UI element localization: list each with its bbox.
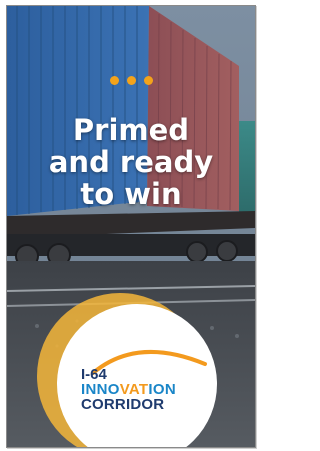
corridor-logo: I-64 INNOVATION CORRIDOR — [81, 367, 221, 412]
headline-line-3: to win — [80, 177, 182, 211]
logo-line-1: I-64 — [81, 366, 107, 383]
logo-line-2: INNOVATION — [81, 382, 221, 397]
headline-line-1: Primed — [72, 113, 190, 147]
promo-card: Primed and ready to win I-64 INNOVATION … — [6, 5, 256, 448]
logo-line-3: CORRIDOR — [81, 396, 165, 413]
headline-line-2: and ready — [48, 145, 214, 179]
headline: Primed and ready to win — [7, 114, 255, 210]
three-dots-icon — [7, 74, 255, 88]
